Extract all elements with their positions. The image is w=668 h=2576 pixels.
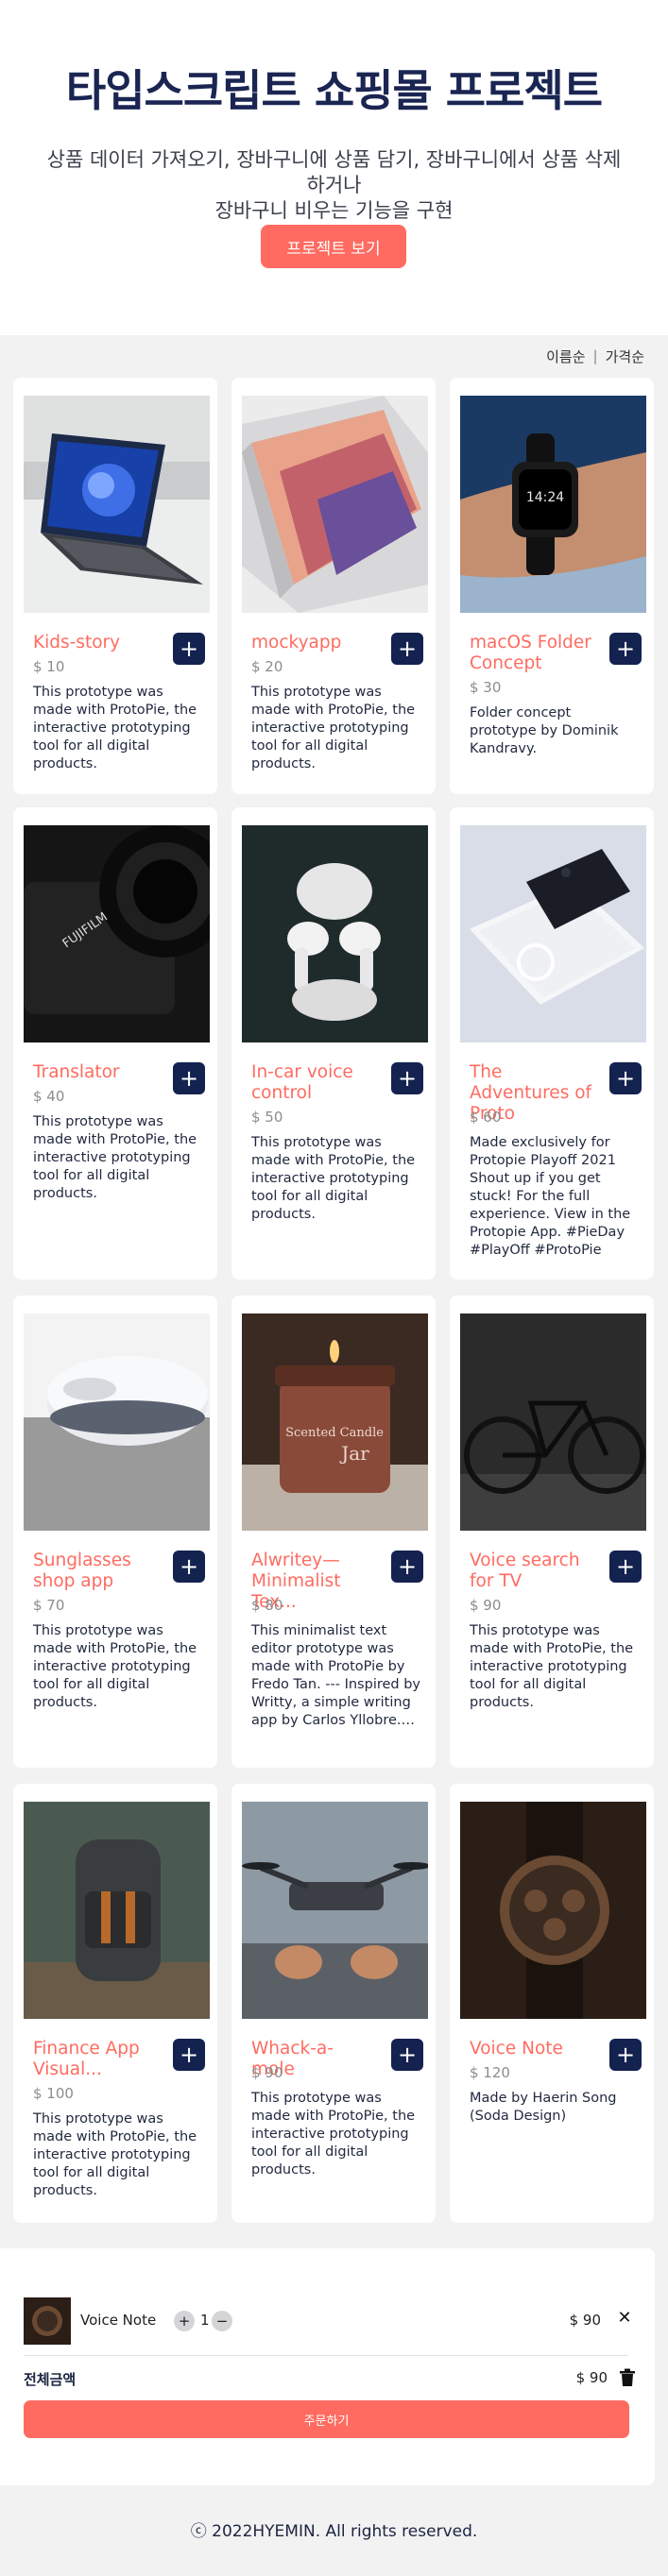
product-image-bicycle — [460, 1313, 646, 1531]
cart-divider — [24, 2355, 628, 2356]
clear-cart-icon[interactable] — [619, 2368, 636, 2387]
product-image-camera: FUJIFILM — [24, 825, 210, 1042]
product-price: $ 90 — [470, 1597, 502, 1614]
product-image-phone-box — [460, 825, 646, 1042]
product-description: Made exclusively for Protopie Playoff 20… — [470, 1135, 631, 1258]
product-card: The Adventures of Proto + $ 60 Made excl… — [450, 807, 654, 1280]
product-card: Scented Candle Jar Alwritey—Minimalist T… — [231, 1296, 436, 1768]
product-description: This prototype was made with ProtoPie, t… — [251, 2091, 416, 2178]
product-card: In-car voice control + $ 50 This prototy… — [231, 807, 436, 1280]
add-to-cart-button[interactable]: + — [391, 1062, 423, 1094]
cart-item-quantity: 1 — [200, 2312, 210, 2329]
add-to-cart-button[interactable]: + — [391, 1551, 423, 1583]
product-price: $ 40 — [33, 1088, 65, 1105]
product-description: This prototype was made with ProtoPie, t… — [33, 1114, 197, 1201]
add-to-cart-button[interactable]: + — [609, 2039, 642, 2071]
quantity-decrease-button[interactable]: + — [174, 2311, 195, 2331]
add-to-cart-button[interactable]: + — [173, 1551, 205, 1583]
product-description: This minimalist text editor prototype wa… — [251, 1623, 421, 1728]
product-description: This prototype was made with ProtoPie, t… — [470, 1623, 634, 1710]
product-price: $ 10 — [33, 658, 65, 675]
sort-separator: | — [592, 347, 598, 364]
product-card: mockyapp + $ 20 This prototype was made … — [231, 378, 436, 794]
product-description: This prototype was made with ProtoPie, t… — [251, 685, 416, 771]
total-label: 전체금액 — [24, 2371, 77, 2388]
product-description: Folder concept prototype by Dominik Kand… — [470, 705, 619, 756]
product-description: This prototype was made with ProtoPie, t… — [33, 1623, 197, 1710]
svg-text:Jar: Jar — [339, 1442, 369, 1465]
product-image-laptop-tablet — [24, 396, 210, 613]
product-description: This prototype was made with ProtoPie, t… — [251, 1135, 416, 1222]
product-image-wristwatch — [460, 1802, 646, 2019]
product-image-backpack — [24, 1802, 210, 2019]
product-card: Kids-story + $ 10 This prototype was mad… — [13, 378, 217, 794]
product-title: macOS Folder Concept — [470, 633, 591, 673]
product-price: $ 90 — [251, 2064, 283, 2081]
cart-item-price: $ 90 — [569, 2312, 601, 2329]
add-to-cart-button[interactable]: + — [609, 633, 642, 665]
product-price: $ 50 — [251, 1109, 283, 1126]
product-card: Finance App Visual... + $ 100 This proto… — [13, 1784, 217, 2223]
cart-item-thumbnail — [24, 2297, 71, 2345]
sort-by-name-link[interactable]: 이름순 — [546, 347, 585, 366]
total-price: $ 90 — [575, 2369, 608, 2386]
add-to-cart-button[interactable]: + — [391, 2039, 423, 2071]
product-description: This prototype was made with ProtoPie, t… — [33, 2111, 197, 2198]
product-card: Whack-a-mole + $ 90 This prototype was m… — [231, 1784, 436, 2223]
product-image-robot-vacuum — [24, 1313, 210, 1531]
product-card: Voice Note + $ 120 Made by Haerin Song (… — [450, 1784, 654, 2223]
product-image-drone — [242, 1802, 428, 2019]
page-subtitle: 상품 데이터 가져오기, 장바구니에 상품 담기, 장바구니에서 상품 삭제하거… — [0, 147, 668, 224]
subtitle-line-2: 장바구니 비우는 기능을 구현 — [214, 199, 454, 222]
product-image-candle: Scented Candle Jar — [242, 1313, 428, 1531]
footer-copyright: ⓒ 2022HYEMIN. All rights reserved. — [190, 2522, 478, 2541]
product-title: Translator — [33, 1062, 120, 1082]
add-to-cart-button[interactable]: + — [173, 1062, 205, 1094]
product-price: $ 70 — [33, 1597, 65, 1614]
product-card: 14:24 macOS Folder Concept + $ 30 Folder… — [450, 378, 654, 794]
product-title: Finance App Visual... — [33, 2039, 140, 2079]
svg-text:14:24: 14:24 — [526, 490, 564, 505]
add-to-cart-button[interactable]: + — [173, 633, 205, 665]
product-title: Sunglasses shop app — [33, 1551, 131, 1591]
remove-item-icon[interactable]: ✕ — [613, 2307, 636, 2330]
product-title: mockyapp — [251, 633, 342, 652]
product-price: $ 20 — [251, 658, 283, 675]
product-title: Kids-story — [33, 633, 121, 652]
page-title: 타입스크립트 쇼핑몰 프로젝트 — [65, 65, 603, 116]
sort-by-price-link[interactable]: 가격순 — [606, 347, 644, 366]
product-title: Voice search for TV — [470, 1551, 580, 1591]
cart-panel: Voice Note + 1 − $ 90 ✕ 전체금액 $ 90 주문하기 — [0, 2248, 655, 2485]
product-image-laptop-lid — [242, 396, 428, 613]
product-description: This prototype was made with ProtoPie, t… — [33, 685, 197, 771]
product-title: In-car voice control — [251, 1062, 353, 1103]
product-price: $ 100 — [33, 2085, 74, 2102]
add-to-cart-button[interactable]: + — [609, 1062, 642, 1094]
product-card: Sunglasses shop app + $ 70 This prototyp… — [13, 1296, 217, 1768]
product-price: $ 120 — [470, 2064, 510, 2081]
product-price: $ 80 — [251, 1597, 283, 1614]
product-image-earbuds — [242, 825, 428, 1042]
add-to-cart-button[interactable]: + — [609, 1551, 642, 1583]
subtitle-line-1: 상품 데이터 가져오기, 장바구니에 상품 담기, 장바구니에서 상품 삭제하거… — [46, 148, 622, 196]
quantity-increase-button[interactable]: − — [212, 2311, 232, 2331]
view-project-button[interactable]: 프로젝트 보기 — [261, 225, 406, 268]
product-title: Voice Note — [470, 2039, 563, 2059]
add-to-cart-button[interactable]: + — [173, 2039, 205, 2071]
hero-section: 타입스크립트 쇼핑몰 프로젝트 상품 데이터 가져오기, 장바구니에 상품 담기… — [0, 0, 668, 335]
svg-text:Scented Candle: Scented Candle — [285, 1426, 384, 1440]
product-card: Voice search for TV + $ 90 This prototyp… — [450, 1296, 654, 1768]
cart-item-name: Voice Note — [80, 2312, 157, 2329]
product-price: $ 60 — [470, 1109, 502, 1126]
order-button[interactable]: 주문하기 — [24, 2400, 629, 2438]
product-card: FUJIFILM Translator + $ 40 This prototyp… — [13, 807, 217, 1280]
sort-bar: 이름순 | 가격순 — [546, 344, 644, 368]
product-image-smartwatch: 14:24 — [460, 396, 646, 613]
add-to-cart-button[interactable]: + — [391, 633, 423, 665]
product-description: Made by Haerin Song (Soda Design) — [470, 2091, 617, 2124]
product-price: $ 30 — [470, 679, 502, 696]
